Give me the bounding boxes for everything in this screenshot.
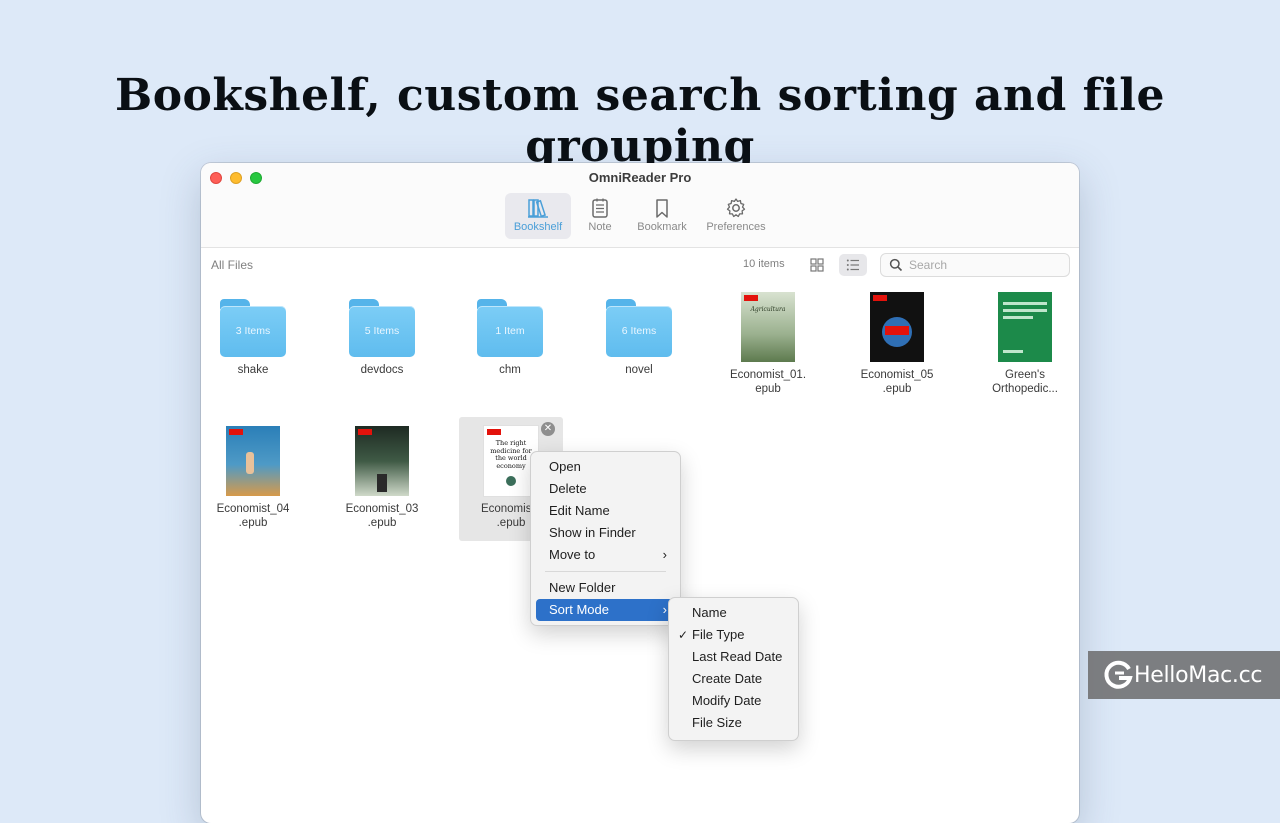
book-cover — [226, 426, 280, 496]
watermark: HelloMac.cc — [1088, 651, 1280, 699]
toolbar-preferences[interactable]: Preferences — [701, 193, 771, 239]
sort-option-file-type[interactable]: ✓ File Type — [674, 624, 793, 646]
folder-item[interactable]: 3 Items shake — [203, 299, 303, 377]
breadcrumb[interactable]: All Files — [211, 258, 253, 272]
folder-item[interactable]: 5 Items devdocs — [332, 299, 432, 377]
sort-option-modify-date[interactable]: Modify Date — [674, 690, 793, 712]
sort-option-file-size[interactable]: File Size — [674, 712, 793, 734]
menu-item-show-in-finder[interactable]: Show in Finder — [536, 522, 675, 544]
menu-item-sort-mode[interactable]: Sort Mode › — [536, 599, 675, 621]
toolbar-note-label: Note — [588, 221, 612, 233]
chevron-right-icon: › — [662, 602, 667, 617]
file-name: Economist_05 .epub — [860, 369, 934, 395]
book-cover — [870, 292, 924, 362]
menu-item-open[interactable]: Open — [536, 456, 675, 478]
remove-item-close-icon[interactable]: ✕ — [541, 422, 555, 436]
folder-item[interactable]: 6 Items novel — [589, 299, 689, 377]
folder-icon: 1 Item — [477, 299, 543, 357]
grid-icon — [810, 258, 824, 272]
gear-icon — [726, 198, 746, 218]
file-name: Green's Orthopedic... — [992, 369, 1058, 395]
menu-item-edit-name[interactable]: Edit Name — [536, 500, 675, 522]
sort-option-last-read-date[interactable]: Last Read Date — [674, 646, 793, 668]
book-cover — [355, 426, 409, 496]
menu-item-new-folder[interactable]: New Folder — [536, 577, 675, 599]
hellomac-logo-icon — [1104, 660, 1133, 689]
search-field[interactable] — [880, 253, 1070, 277]
file-name: chm — [499, 364, 521, 376]
checkmark-icon: ✓ — [678, 628, 689, 642]
item-count: 10 items — [743, 258, 785, 270]
file-name: novel — [625, 364, 653, 376]
file-name: Economist_01. epub — [729, 369, 807, 395]
menu-item-move-to[interactable]: Move to › — [536, 544, 675, 566]
menu-item-delete[interactable]: Delete — [536, 478, 675, 500]
toolbar-bookshelf-label: Bookshelf — [513, 221, 563, 233]
book-cover: Agricultura — [741, 292, 795, 362]
file-name: Economist_03 .epub — [345, 503, 419, 529]
book-item[interactable]: Green's Orthopedic... — [975, 292, 1075, 396]
toolbar-note[interactable]: Note — [577, 193, 623, 239]
file-name: Economist_04 .epub — [216, 503, 290, 529]
toolbar-bookmark-label: Bookmark — [637, 221, 687, 233]
folder-count: 3 Items — [235, 325, 271, 337]
list-view-button[interactable] — [839, 254, 867, 276]
list-icon — [846, 259, 859, 271]
note-icon — [592, 198, 608, 218]
page-headline: Bookshelf, custom search sorting and fil… — [115, 70, 1165, 172]
grid-view-button[interactable] — [803, 254, 831, 276]
folder-item[interactable]: 1 Item chm — [460, 299, 560, 377]
sort-option-name[interactable]: Name — [674, 602, 793, 624]
book-item[interactable]: Agricultura Economist_01. epub — [718, 292, 818, 396]
search-icon — [889, 258, 903, 272]
toolbar-bookshelf[interactable]: Bookshelf — [505, 193, 571, 239]
folder-icon: 5 Items — [349, 299, 415, 357]
file-name: devdocs — [360, 364, 404, 376]
sort-mode-submenu: Name ✓ File Type Last Read Date Create D… — [668, 597, 799, 741]
folder-icon: 6 Items — [606, 299, 672, 357]
book-item[interactable]: Economist_03 .epub — [332, 426, 432, 530]
book-cover — [998, 292, 1052, 362]
search-input[interactable] — [907, 256, 1061, 274]
books-icon — [528, 199, 548, 218]
folder-count: 1 Item — [495, 325, 525, 337]
menu-separator — [545, 571, 666, 572]
watermark-text: HelloMac.cc — [1134, 663, 1263, 688]
sort-option-create-date[interactable]: Create Date — [674, 668, 793, 690]
file-name: shake — [237, 364, 269, 376]
chevron-right-icon: › — [662, 547, 667, 562]
folder-icon: 3 Items — [220, 299, 286, 357]
titlebar: OmniReader Pro Bookshelf Note Bookmark P… — [201, 163, 1079, 248]
window-title: OmniReader Pro — [588, 170, 692, 185]
book-item[interactable]: Economist_05 .epub — [847, 292, 947, 396]
path-bar: All Files 10 items — [201, 248, 1079, 284]
folder-count: 5 Items — [364, 325, 400, 337]
toolbar-bookmark[interactable]: Bookmark — [629, 193, 695, 239]
context-menu: Open Delete Edit Name Show in Finder Mov… — [530, 451, 681, 626]
bookmark-icon — [656, 199, 668, 218]
book-item[interactable]: Economist_04 .epub — [203, 426, 303, 530]
toolbar-preferences-label: Preferences — [706, 221, 766, 233]
folder-count: 6 Items — [621, 325, 657, 337]
